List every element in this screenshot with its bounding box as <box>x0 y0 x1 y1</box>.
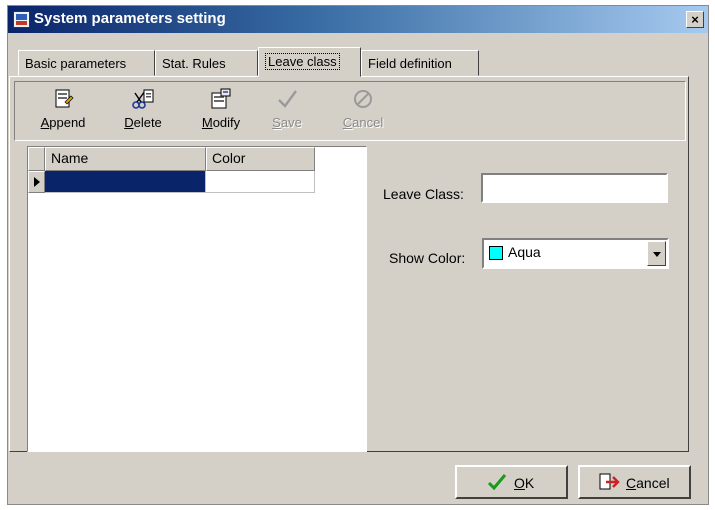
delete-icon <box>131 87 155 111</box>
save-button[interactable]: Save <box>253 84 321 138</box>
tab-field-definition[interactable]: Field definition <box>361 50 479 76</box>
toolbar: Append Delete Modify Save Cancel <box>14 81 686 141</box>
door-exit-icon <box>598 473 620 496</box>
grid-corner-header <box>28 147 45 171</box>
modify-icon <box>209 87 233 111</box>
color-swatch <box>489 246 503 260</box>
title-bar[interactable]: System parameters setting × <box>8 6 708 33</box>
leave-class-input[interactable] <box>481 173 668 203</box>
delete-button[interactable]: Delete <box>109 84 177 138</box>
tab-leave-class[interactable]: Leave class <box>258 47 361 77</box>
show-color-label: Show Color: <box>389 250 466 266</box>
checkmark-icon <box>487 473 507 496</box>
app-icon <box>13 11 30 28</box>
grid-cell-name[interactable] <box>45 171 206 193</box>
row-indicator-icon <box>28 171 45 193</box>
grid-cell-color[interactable] <box>206 171 315 193</box>
append-button[interactable]: Append <box>29 84 97 138</box>
column-header-color[interactable]: Color <box>206 147 315 171</box>
leave-class-grid[interactable]: Name Color <box>27 146 367 452</box>
append-icon <box>51 87 75 111</box>
close-button[interactable]: × <box>686 11 704 28</box>
cancel-button[interactable]: Cancel <box>578 465 691 499</box>
show-color-select[interactable]: Aqua <box>482 238 669 269</box>
tab-basic-parameters[interactable]: Basic parameters <box>18 50 155 76</box>
dropdown-arrow-icon[interactable] <box>647 241 666 266</box>
show-color-value: Aqua <box>508 244 541 260</box>
leave-class-label: Leave Class: <box>383 186 464 202</box>
tab-stat-rules[interactable]: Stat. Rules <box>155 50 258 76</box>
cancel-toolbar-button[interactable]: Cancel <box>329 84 397 138</box>
checkmark-icon <box>275 87 299 111</box>
cancel-icon <box>351 87 375 111</box>
ok-button[interactable]: OK <box>455 465 568 499</box>
column-header-name[interactable]: Name <box>45 147 206 171</box>
modify-button[interactable]: Modify <box>187 84 255 138</box>
window-title: System parameters setting <box>34 10 226 27</box>
